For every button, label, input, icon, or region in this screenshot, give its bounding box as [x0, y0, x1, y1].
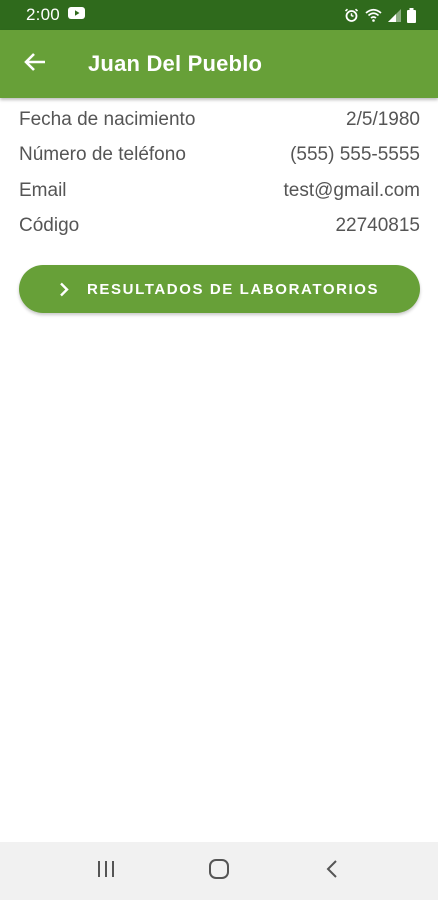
code-value: 22740815	[335, 215, 420, 237]
back-nav-icon	[325, 859, 339, 884]
youtube-icon	[67, 6, 85, 24]
patient-info-list: Fecha de nacimiento 2/5/1980 Número de t…	[19, 102, 420, 244]
back-button[interactable]	[15, 44, 55, 84]
recent-apps-button[interactable]	[76, 851, 136, 891]
page-title: Juan Del Pueblo	[88, 51, 263, 76]
email-value: test@gmail.com	[283, 179, 421, 201]
birthdate-label: Fecha de nacimiento	[19, 108, 196, 130]
info-row-email: Email test@gmail.com	[19, 173, 420, 209]
status-time: 2:00	[26, 5, 60, 24]
status-right	[344, 7, 416, 23]
lab-results-button[interactable]: RESULTADOS DE LABORATORIOS	[19, 265, 420, 313]
recent-apps-icon	[96, 860, 116, 883]
navigation-bar	[0, 842, 438, 900]
birthdate-value: 2/5/1980	[346, 108, 420, 130]
code-label: Código	[19, 215, 80, 237]
app-bar: Juan Del Pueblo	[0, 30, 438, 98]
alarm-icon	[344, 8, 359, 23]
info-row-code: Código 22740815	[19, 209, 420, 245]
wifi-icon	[365, 8, 382, 22]
info-row-birthdate: Fecha de nacimiento 2/5/1980	[19, 102, 420, 138]
chevron-right-icon	[57, 281, 71, 297]
phone-label: Número de teléfono	[19, 144, 186, 166]
back-nav-button[interactable]	[302, 851, 362, 891]
home-button[interactable]	[189, 851, 249, 891]
screen: 2:00 Juan Del Pueblo Fecha de nacimiento…	[0, 0, 438, 900]
info-row-phone: Número de teléfono (555) 555-5555	[19, 138, 420, 174]
home-icon	[208, 858, 230, 885]
status-left: 2:00	[26, 5, 85, 25]
arrow-left-icon	[24, 52, 46, 77]
signal-icon	[388, 8, 401, 22]
status-bar: 2:00	[0, 0, 438, 30]
email-label: Email	[19, 179, 67, 201]
phone-value: (555) 555-5555	[290, 144, 420, 166]
battery-icon	[407, 7, 416, 23]
lab-results-label: RESULTADOS DE LABORATORIOS	[87, 280, 380, 298]
